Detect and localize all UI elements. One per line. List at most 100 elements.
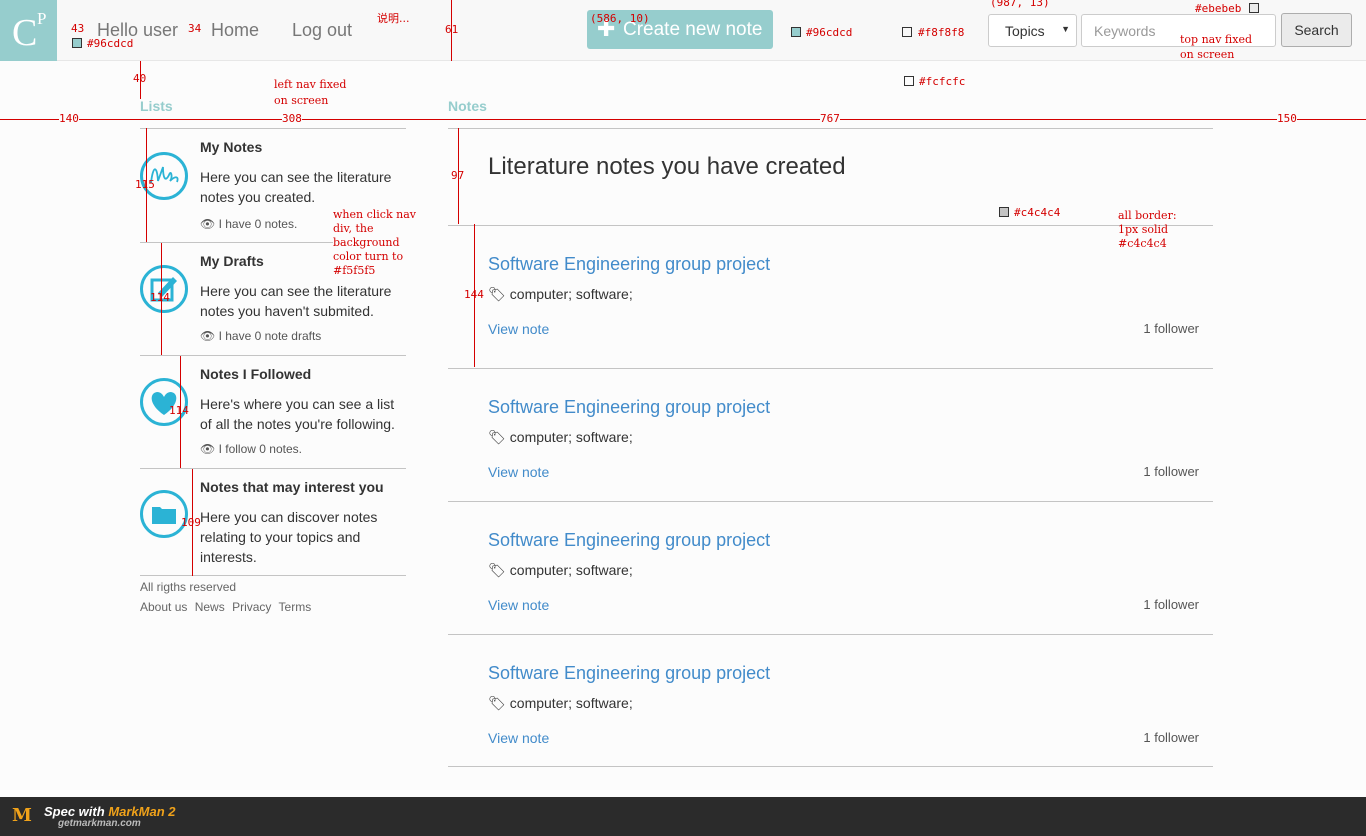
nav-logout-link[interactable]: Log out (292, 20, 352, 41)
ann-dim-40: 40 (133, 72, 147, 85)
ann-dim-61: 61 (445, 23, 459, 36)
ann-color-page: #fcfcfc (919, 75, 966, 88)
ann-note-click: when click nav div, the background color… (333, 208, 416, 278)
note-tags-text: computer; software; (509, 429, 633, 445)
ann-color-search: #ebebeb (1195, 2, 1242, 15)
tags-icon: 🏷 (488, 429, 506, 445)
ann-coord-btn: (586, 10) (590, 12, 650, 25)
note-card: Software Engineering group project 🏷 comp… (448, 634, 1213, 767)
ann-color-btn: #96cdcd (806, 26, 853, 39)
nav-item-count: 👁 I have 0 note drafts (200, 329, 321, 343)
ann-note-topnav-1: top nav fixed (1180, 33, 1253, 46)
markman-bar: M Spec with MarkMan 2 getmarkman.com (0, 797, 1366, 836)
ann-color-logo: #96cdcd (87, 37, 134, 50)
logo-letter-p: P (37, 9, 47, 28)
topics-select[interactable]: Topics ▼ (988, 14, 1077, 47)
eye-icon: 👁 (200, 442, 216, 456)
nav-item-desc: Here you can see the literature notes yo… (200, 169, 392, 205)
logo[interactable]: C P (0, 0, 57, 61)
tags-icon: 🏷 (488, 562, 506, 578)
footer-link-about[interactable]: About us (140, 600, 187, 614)
edit-icon (140, 265, 188, 313)
view-note-link[interactable]: View note (488, 321, 549, 337)
notes-heading: Notes (448, 98, 487, 114)
caret-down-icon: ▼ (1061, 24, 1070, 34)
ann-note-topnav-2: on screen (1180, 48, 1235, 61)
nav-item-count-text: I follow 0 notes. (218, 442, 302, 456)
note-tags-text: computer; software; (509, 562, 633, 578)
color-swatch (904, 76, 914, 86)
view-note-link[interactable]: View note (488, 464, 549, 480)
note-card: Software Engineering group project 🏷 comp… (448, 501, 1213, 634)
nav-item-desc: Here's where you can see a list of all t… (200, 396, 395, 432)
footer-link-terms[interactable]: Terms (279, 600, 312, 614)
nav-item-title: My Notes (200, 139, 263, 155)
nav-item-title: My Drafts (200, 253, 264, 269)
signature-icon (140, 152, 188, 200)
ann-note-leftnav-1: left nav fixed (274, 78, 347, 91)
footer-rights: All rigths reserved (140, 580, 237, 594)
nav-item-desc: Here you can discover notes relating to … (200, 509, 378, 565)
ann-dim-43: 43 (71, 22, 85, 35)
markman-spec-with: Spec with (44, 804, 105, 819)
footer-link-privacy[interactable]: Privacy (232, 600, 271, 614)
ann-note-explain: 说明... (377, 12, 410, 25)
note-card: Software Engineering group project 🏷 comp… (448, 225, 1213, 358)
nav-item-count-text: I have 0 notes. (218, 217, 298, 231)
note-tags-text: computer; software; (509, 286, 633, 302)
ann-coord-topics: (987, 13) (990, 0, 1050, 9)
folder-icon (140, 490, 188, 538)
nav-item-count: 👁 I have 0 notes. (200, 217, 297, 231)
ann-dim-308: 308 (282, 112, 302, 126)
topics-select-value: Topics (1005, 23, 1045, 39)
notes-panel: Literature notes you have created Softwa… (448, 128, 1213, 766)
nav-item-desc: Here you can see the literature notes yo… (200, 283, 392, 319)
ann-note-leftnav-2: on screen (274, 94, 329, 107)
keywords-placeholder: Keywords (1094, 23, 1156, 39)
ann-dim-97: 97 (451, 169, 465, 182)
notes-bottom-border (448, 766, 1213, 767)
eye-icon: 👁 (200, 217, 216, 231)
view-note-link[interactable]: View note (488, 730, 549, 746)
logo-letter-c: C (12, 12, 38, 54)
view-note-link[interactable]: View note (488, 597, 549, 613)
follower-count: 1 follower (1143, 464, 1199, 479)
search-button[interactable]: Search (1281, 13, 1352, 47)
note-card: Software Engineering group project 🏷 comp… (448, 368, 1213, 501)
ann-color-nav: #f8f8f8 (918, 26, 965, 39)
color-swatch (72, 38, 82, 48)
note-tags: 🏷 computer; software; (488, 429, 633, 446)
ann-dim-109: 109 (181, 516, 201, 529)
tags-icon: 🏷 (488, 695, 506, 711)
markman-url: getmarkman.com (58, 818, 141, 829)
note-title-link[interactable]: Software Engineering group project (488, 397, 770, 418)
markman-logo-icon: M (12, 805, 32, 826)
ann-color-border: #c4c4c4 (1014, 206, 1061, 219)
note-tags: 🏷 computer; software; (488, 562, 633, 579)
follower-count: 1 follower (1143, 597, 1199, 612)
color-swatch (999, 207, 1009, 217)
color-swatch (791, 27, 801, 37)
ann-dim-114a: 114 (150, 291, 170, 304)
note-tags: 🏷 computer; software; (488, 286, 633, 303)
left-nav: My Notes Here you can see the literature… (140, 128, 406, 576)
nav-item-title: Notes that may interest you (200, 479, 384, 495)
note-title-link[interactable]: Software Engineering group project (488, 530, 770, 551)
nav-item-interest[interactable]: Notes that may interest you Here you can… (140, 468, 406, 576)
follower-count: 1 follower (1143, 730, 1199, 745)
ann-dim-115: 115 (135, 178, 155, 191)
footer-links: About us News Privacy Terms (140, 600, 315, 614)
footer-link-news[interactable]: News (195, 600, 225, 614)
nav-item-title: Notes I Followed (200, 366, 312, 382)
ann-dim-144: 144 (464, 288, 484, 301)
ann-dim-767: 767 (820, 112, 840, 126)
markman-name: MarkMan 2 (108, 804, 176, 819)
tags-icon: 🏷 (488, 286, 506, 302)
ann-dim-114b: 114 (169, 404, 189, 417)
nav-home-link[interactable]: Home (211, 20, 259, 41)
note-title-link[interactable]: Software Engineering group project (488, 663, 770, 684)
follower-count: 1 follower (1143, 321, 1199, 336)
note-title-link[interactable]: Software Engineering group project (488, 254, 770, 275)
ann-dim-150: 150 (1277, 112, 1297, 126)
top-navbar: C P Hello user Home Log out ✚ Create new… (0, 0, 1366, 61)
